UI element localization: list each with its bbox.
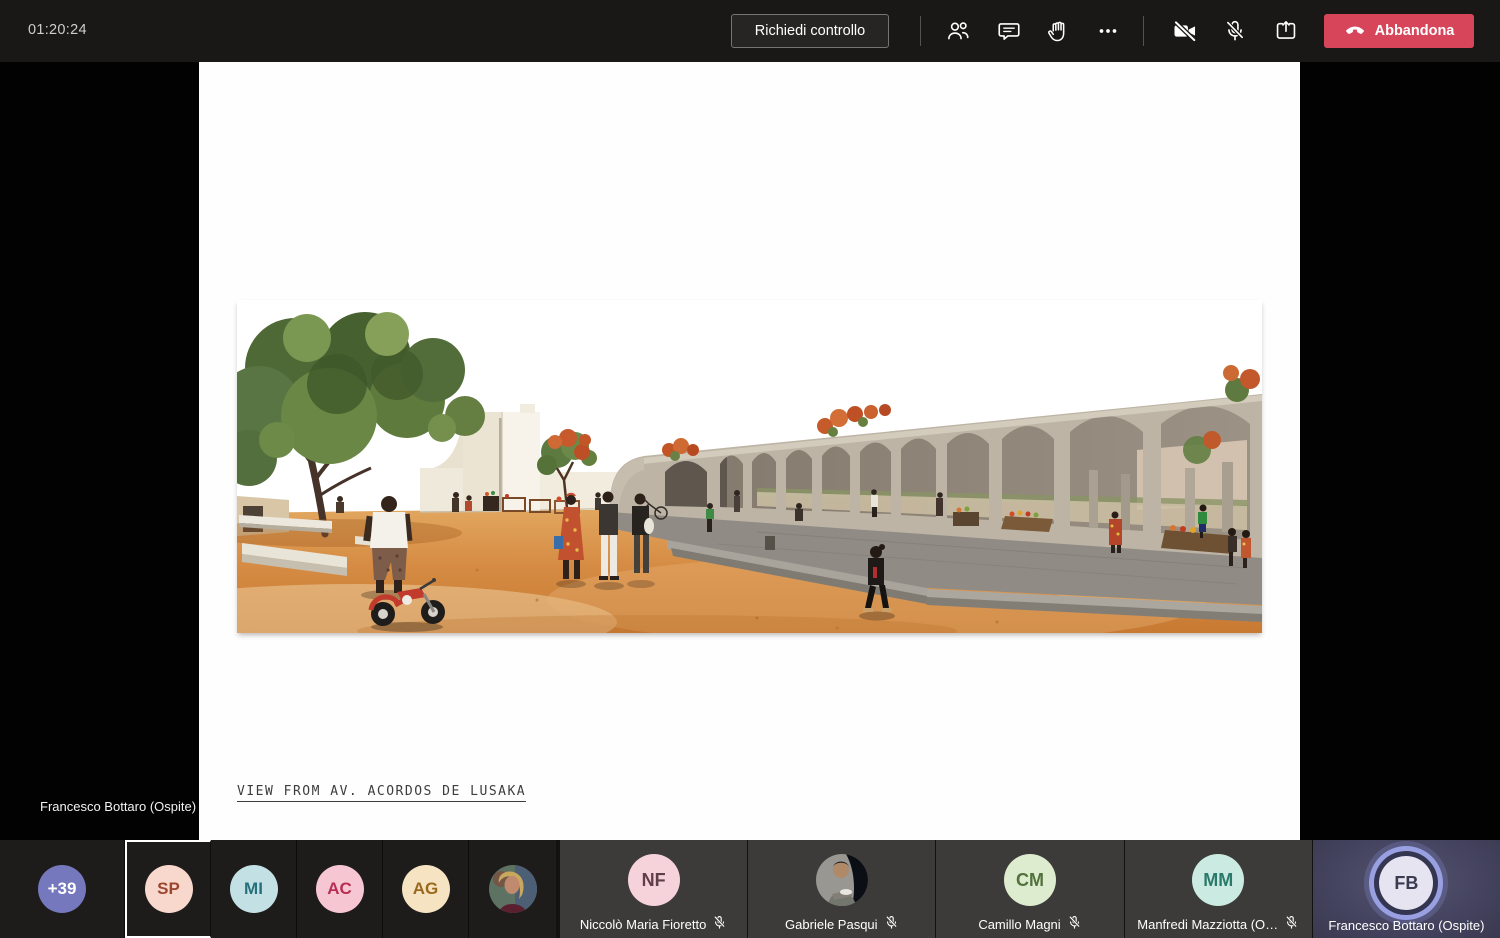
leave-label: Abbandona	[1375, 23, 1455, 39]
screen-share-stage: VIEW FROM AV. ACORDOS DE LUSAKA Francesc…	[0, 62, 1500, 840]
share-screen-icon	[1273, 18, 1299, 44]
meeting-top-bar: 01:20:24 Richiedi controllo	[0, 0, 1500, 62]
video-tile-francesco-speaking[interactable]: FB Francesco Bottaro (Ospite)	[1313, 840, 1500, 938]
overflow-participants-tile[interactable]: +39	[0, 840, 125, 938]
participants-filmstrip: +39 SP MI AC AG NF Niccolò Maria Fiorett	[0, 840, 1500, 938]
mic-muted-icon	[884, 915, 899, 933]
mic-muted-icon	[1284, 915, 1299, 933]
participant-tile-ac[interactable]: AC	[297, 840, 383, 938]
avatar-initials: CM	[1004, 854, 1056, 906]
toolbar-divider	[1143, 16, 1144, 46]
video-tile-manfredi[interactable]: MM Manfredi Mazziotta (O…	[1125, 840, 1312, 938]
raised-hand-icon	[1045, 18, 1071, 44]
avatar-initials: NF	[628, 854, 680, 906]
participant-name: Manfredi Mazziotta (O…	[1137, 917, 1278, 932]
request-control-button[interactable]: Richiedi controllo	[731, 14, 889, 48]
chat-button[interactable]	[992, 15, 1026, 47]
more-options-icon	[1095, 18, 1121, 44]
overflow-count-badge: +39	[38, 865, 86, 913]
shared-screen-image	[237, 300, 1262, 633]
phone-hangup-icon	[1344, 18, 1366, 44]
avatar-initials: MM	[1192, 854, 1244, 906]
toolbar-divider	[920, 16, 921, 46]
shared-slide: VIEW FROM AV. ACORDOS DE LUSAKA	[199, 62, 1300, 840]
mic-toggle-button[interactable]	[1218, 15, 1252, 47]
mic-muted-icon	[712, 915, 727, 933]
video-tile-gabriele[interactable]: Gabriele Pasqui	[748, 840, 935, 938]
participant-tile-mi[interactable]: MI	[211, 840, 297, 938]
avatar-photo	[489, 865, 537, 913]
more-options-button[interactable]	[1091, 15, 1125, 47]
avatar-initials: AG	[402, 865, 450, 913]
avatar-photo	[816, 854, 868, 906]
avatar-initials-speaking: FB	[1379, 856, 1433, 910]
participant-tile-ag[interactable]: AG	[383, 840, 469, 938]
camera-off-icon	[1171, 17, 1199, 45]
participant-name: Gabriele Pasqui	[785, 917, 878, 932]
chat-icon	[996, 18, 1022, 44]
participant-name: Francesco Bottaro (Ospite)	[1328, 918, 1484, 933]
mic-muted-icon	[1067, 915, 1082, 933]
camera-toggle-button[interactable]	[1168, 15, 1202, 47]
participant-name: Niccolò Maria Fioretto	[580, 917, 706, 932]
slide-caption: VIEW FROM AV. ACORDOS DE LUSAKA	[237, 784, 526, 802]
mic-off-icon	[1222, 18, 1248, 44]
people-icon	[945, 18, 971, 44]
avatar-initials: AC	[316, 865, 364, 913]
share-screen-button[interactable]	[1269, 15, 1303, 47]
request-control-label: Richiedi controllo	[755, 23, 865, 39]
participant-name: Camillo Magni	[978, 917, 1060, 932]
presenter-name-label: Francesco Bottaro (Ospite)	[40, 799, 196, 814]
avatar-initials: MI	[230, 865, 278, 913]
participant-tile-sp[interactable]: SP	[125, 840, 211, 938]
video-tile-niccolo[interactable]: NF Niccolò Maria Fioretto	[560, 840, 747, 938]
leave-meeting-button[interactable]: Abbandona	[1324, 14, 1474, 48]
raise-hand-button[interactable]	[1041, 15, 1075, 47]
participant-tile-photo[interactable]	[469, 840, 556, 938]
participants-button[interactable]	[941, 15, 975, 47]
video-tile-camillo[interactable]: CM Camillo Magni	[936, 840, 1123, 938]
meeting-timer: 01:20:24	[28, 22, 87, 38]
avatar-initials: SP	[145, 865, 193, 913]
